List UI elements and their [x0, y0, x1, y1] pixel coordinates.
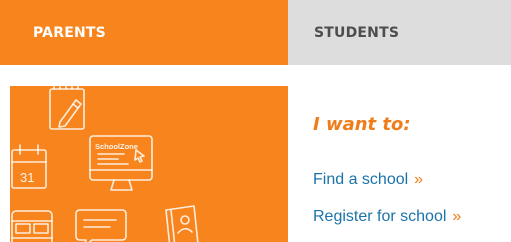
chat-bubble-icon [75, 209, 127, 242]
chevron-right-icon: » [414, 171, 424, 188]
page: PARENTS STUDENTS SchoolZone 31 I want to… [0, 0, 511, 242]
notepad-pencil-icon [49, 86, 85, 130]
tab-parents[interactable]: PARENTS [0, 0, 288, 65]
monitor-logo-text: SchoolZone [95, 142, 138, 151]
chevron-right-icon: » [452, 208, 462, 225]
find-school-label: Find a school [313, 171, 409, 188]
find-school-link[interactable]: Find a school » [313, 171, 423, 189]
tab-parents-label: PARENTS [33, 24, 106, 41]
section-heading: I want to: [313, 114, 411, 135]
register-school-link[interactable]: Register for school » [313, 208, 461, 226]
quick-links: I want to: Find a school » Register for s… [313, 0, 511, 242]
school-icons-illustration: SchoolZone 31 [11, 86, 199, 242]
promo-illustration-panel: SchoolZone 31 [10, 86, 288, 242]
calendar-day-text: 31 [20, 170, 34, 185]
register-school-label: Register for school [313, 208, 447, 225]
school-bus-icon [11, 210, 53, 242]
student-book-icon [165, 205, 199, 242]
